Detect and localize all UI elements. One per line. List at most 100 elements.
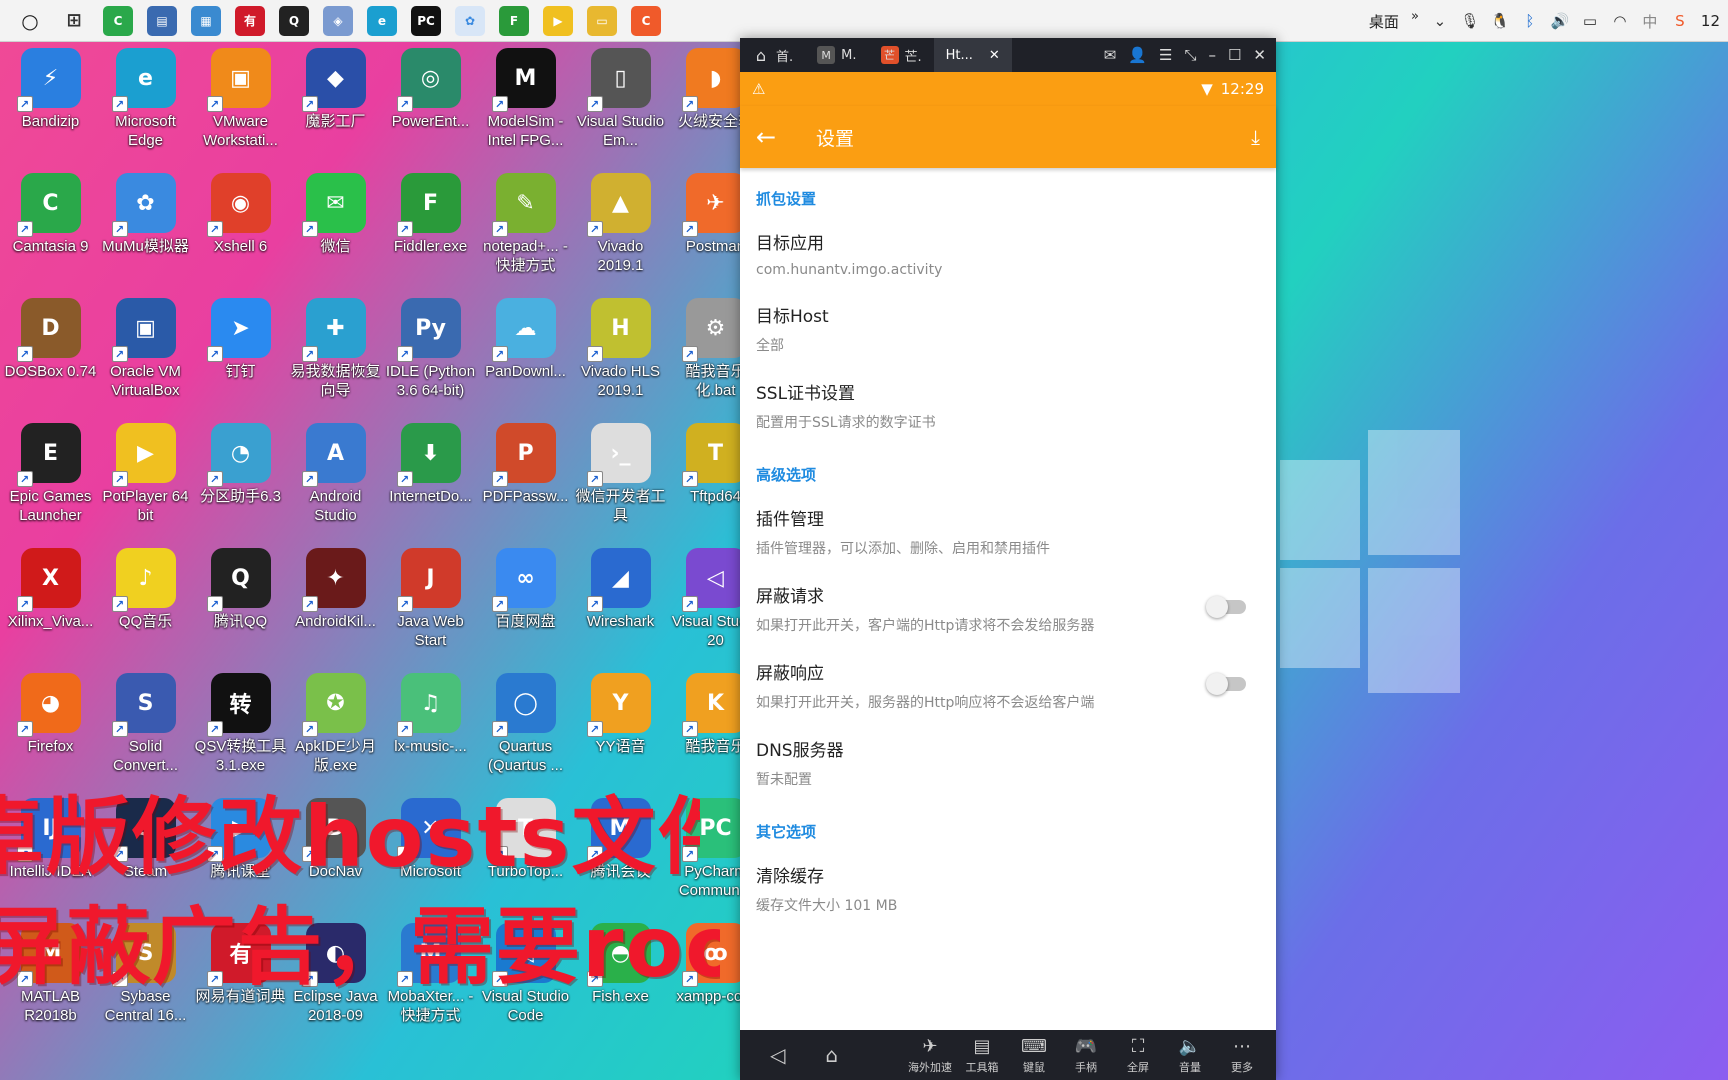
desktop-shortcut[interactable]: C ↗ Camtasia 9 xyxy=(3,167,98,256)
menu-icon[interactable]: ☰ xyxy=(1159,46,1172,64)
toolbar-button[interactable]: ▤ 工具箱 xyxy=(956,1035,1008,1075)
minimize-icon[interactable]: – xyxy=(1208,46,1216,64)
qq-tray-icon[interactable]: 🐧 xyxy=(1491,12,1510,30)
desktop-shortcut[interactable]: Py ↗ IDLE (Python 3.6 64-bit) xyxy=(383,292,478,400)
desktop-shortcut[interactable]: J ↗ Java Web Start xyxy=(383,542,478,650)
desktop-shortcut[interactable]: A ↗ Android Studio xyxy=(288,417,383,525)
ime-icon[interactable]: 中 xyxy=(1641,12,1659,31)
settings-item[interactable]: 目标应用 com.hunantv.imgo.activity xyxy=(756,217,1260,290)
nav-back-icon[interactable]: ◁ xyxy=(770,1043,785,1067)
desktop-shortcut[interactable]: ➤ ↗ 钉钉 xyxy=(193,292,288,381)
desktop-shortcut[interactable]: H ↗ Vivado HLS 2019.1 xyxy=(573,292,668,400)
bluetooth-icon[interactable]: ᛒ xyxy=(1521,12,1539,30)
settings-item[interactable]: 屏蔽请求 如果打开此开关，客户端的Http请求将不会发给服务器 xyxy=(756,570,1260,647)
desktop-shortcut[interactable]: ✎ ↗ notepad+... - 快捷方式 xyxy=(478,167,573,275)
sogou-icon[interactable]: S xyxy=(1671,12,1689,30)
back-arrow-icon[interactable]: ← xyxy=(756,123,796,151)
download-icon[interactable]: ⤓ xyxy=(1251,125,1260,149)
recorder-taskbar-icon[interactable]: C xyxy=(631,5,661,36)
app-taskbar-icon[interactable]: ▦ xyxy=(191,5,221,36)
speaker-icon[interactable]: 🔊 xyxy=(1551,12,1570,30)
desktop-shortcut[interactable]: ◕ ↗ Firefox xyxy=(3,667,98,756)
mail-icon[interactable]: ✉ xyxy=(1104,46,1117,64)
desktop-shortcut[interactable]: ♪ ↗ QQ音乐 xyxy=(98,542,193,631)
desktop-shortcut[interactable]: ♫ ↗ lx-music-... xyxy=(383,667,478,756)
desktop-shortcut[interactable]: F ↗ Fiddler.exe xyxy=(383,167,478,256)
desktop-shortcut[interactable]: M ↗ ModelSim - Intel FPG... xyxy=(478,42,573,150)
toggle-switch[interactable] xyxy=(1206,673,1246,695)
desktop-shortcut[interactable]: ▯ ↗ Visual Studio Em... xyxy=(573,42,668,150)
desktop-shortcut[interactable]: ◢ ↗ Wireshark xyxy=(573,542,668,631)
fiddler-taskbar-icon[interactable]: F xyxy=(499,5,529,36)
desktop-shortcut[interactable]: ⚡ ↗ Bandizip xyxy=(3,42,98,131)
desktop-shortcut[interactable]: P ↗ PDFPassw... xyxy=(478,417,573,506)
user-icon[interactable]: 👤 xyxy=(1128,46,1147,64)
desktop-shortcut[interactable]: ∞ ↗ 百度网盘 xyxy=(478,542,573,631)
settings-item[interactable]: SSL证书设置 配置用于SSL请求的数字证书 xyxy=(756,367,1260,444)
settings-item[interactable]: 清除缓存 缓存文件大小 101 MB xyxy=(756,850,1260,927)
mumu-taskbar-icon[interactable]: ✿ xyxy=(455,5,485,36)
settings-item[interactable]: 屏蔽响应 如果打开此开关，服务器的Http响应将不会返给客户端 xyxy=(756,647,1260,724)
desktop-shortcut[interactable]: ›_ ↗ 微信开发者工具 xyxy=(573,417,668,525)
desktop-shortcut[interactable]: ✚ ↗ 易我数据恢复向导 xyxy=(288,292,383,400)
toolbar-button[interactable]: ✈ 海外加速 xyxy=(904,1035,956,1075)
overflow-icon[interactable]: » xyxy=(1411,9,1419,24)
qq-taskbar-icon[interactable]: Q xyxy=(279,5,309,36)
maximize-icon[interactable]: ☐ xyxy=(1228,46,1241,64)
potplayer-taskbar-icon[interactable]: ▶ xyxy=(543,5,573,36)
desktop-shortcut[interactable]: ✉ ↗ 微信 xyxy=(288,167,383,256)
battery-icon[interactable]: ▭ xyxy=(1581,12,1599,30)
start-circle-icon[interactable]: ○ xyxy=(15,6,45,36)
toolbar-button[interactable]: ⛶ 全屏 xyxy=(1112,1035,1164,1075)
tab-home[interactable]: ⌂ 首. xyxy=(740,38,805,72)
desktop-shortcut[interactable]: ✦ ↗ AndroidKil... xyxy=(288,542,383,631)
app2-taskbar-icon[interactable]: ◈ xyxy=(323,5,353,36)
camtasia-taskbar-icon[interactable]: C xyxy=(103,5,133,36)
settings-item[interactable]: DNS服务器 暂未配置 xyxy=(756,724,1260,801)
desktop-shortcut[interactable]: Q ↗ 腾讯QQ xyxy=(193,542,288,631)
close-tab-icon[interactable]: ✕ xyxy=(989,48,1000,63)
desktop-shortcut[interactable]: ◔ ↗ 分区助手6.3 xyxy=(193,417,288,506)
desktop-shortcut[interactable]: e ↗ Microsoft Edge xyxy=(98,42,193,150)
toolbar-button[interactable]: 🎮 手柄 xyxy=(1060,1035,1112,1075)
desktop-shortcut[interactable]: ☁ ↗ PanDownl... xyxy=(478,292,573,381)
nav-home-icon[interactable]: ⌂ xyxy=(825,1043,838,1067)
toolbar-button[interactable]: ⋯ 更多 xyxy=(1216,1035,1268,1075)
chevron-down-icon[interactable]: ⌄ xyxy=(1431,12,1449,30)
desktop-shortcut[interactable]: ◆ ↗ 魔影工厂 xyxy=(288,42,383,131)
tab-mango[interactable]: 芒 芒. xyxy=(869,38,934,72)
wifi-icon[interactable]: ◠ xyxy=(1611,12,1629,30)
desktop-shortcut[interactable]: S ↗ Solid Convert... xyxy=(98,667,193,775)
desktop-shortcut[interactable]: ▶ ↗ PotPlayer 64 bit xyxy=(98,417,193,525)
microphone-icon[interactable]: 🎙 xyxy=(1460,12,1479,30)
desktop-shortcut[interactable]: ⬇ ↗ InternetDo... xyxy=(383,417,478,506)
desktop-shortcut[interactable]: E ↗ Epic Games Launcher xyxy=(3,417,98,525)
youdao-taskbar-icon[interactable]: 有 xyxy=(235,5,265,36)
desktop-shortcut[interactable]: ✿ ↗ MuMu模拟器 xyxy=(98,167,193,256)
clock[interactable]: 12 xyxy=(1701,12,1720,30)
tab-httpcanary[interactable]: Ht... ✕ xyxy=(933,38,1012,72)
toggle-switch[interactable] xyxy=(1206,596,1246,618)
desktop-shortcut[interactable]: ◎ ↗ PowerEnt... xyxy=(383,42,478,131)
task-view-icon[interactable]: ⊞ xyxy=(59,6,89,36)
resize-icon[interactable]: ⤡ xyxy=(1184,46,1196,64)
folder-taskbar-icon[interactable]: ▭ xyxy=(587,5,617,36)
pycharm-taskbar-icon[interactable]: PC xyxy=(411,5,441,36)
desktop-shortcut[interactable]: ◉ ↗ Xshell 6 xyxy=(193,167,288,256)
explorer-taskbar-icon[interactable]: ▤ xyxy=(147,5,177,36)
desktop-shortcut[interactable]: ▲ ↗ Vivado 2019.1 xyxy=(573,167,668,275)
desktop-shortcut[interactable]: ✪ ↗ ApkIDE少月版.exe xyxy=(288,667,383,775)
toolbar-button[interactable]: 🔈 音量 xyxy=(1164,1035,1216,1075)
toolbar-button[interactable]: ⌨ 键鼠 xyxy=(1008,1035,1060,1075)
desktop-shortcut[interactable]: X ↗ Xilinx_Viva... xyxy=(3,542,98,631)
desktop-shortcut[interactable]: D ↗ DOSBox 0.74 xyxy=(3,292,98,381)
desktop-shortcut[interactable]: ◯ ↗ Quartus (Quartus ... xyxy=(478,667,573,775)
settings-item[interactable]: 目标Host 全部 xyxy=(756,290,1260,367)
close-icon[interactable]: ✕ xyxy=(1253,46,1266,64)
desktop-shortcut[interactable]: ▣ ↗ Oracle VM VirtualBox xyxy=(98,292,193,400)
edge-taskbar-icon[interactable]: e xyxy=(367,5,397,36)
desktop-toolbar-label[interactable]: 桌面 xyxy=(1369,11,1399,32)
desktop-shortcut[interactable]: ▣ ↗ VMware Workstati... xyxy=(193,42,288,150)
desktop-shortcut[interactable]: Y ↗ YY语音 xyxy=(573,667,668,756)
desktop-shortcut[interactable]: 转 ↗ QSV转换工具3.1.exe xyxy=(193,667,288,775)
